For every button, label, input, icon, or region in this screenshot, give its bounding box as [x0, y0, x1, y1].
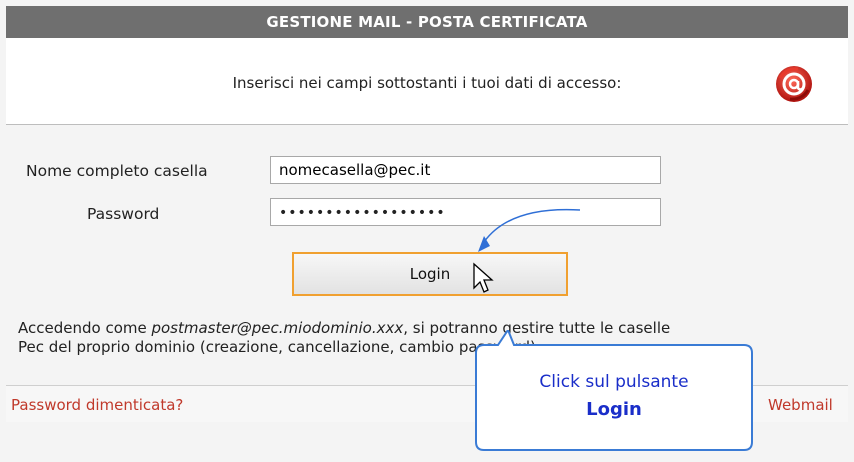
username-input[interactable] — [270, 156, 661, 184]
forgot-password-link[interactable]: Password dimenticata? — [11, 396, 183, 414]
curved-arrow-icon — [478, 208, 581, 252]
password-label: Password — [87, 205, 160, 223]
header-title: GESTIONE MAIL - POSTA CERTIFICATA — [266, 13, 588, 31]
at-sign-logo-icon — [776, 66, 812, 102]
callout-line2: Login — [586, 399, 642, 420]
mouse-pointer-icon — [473, 262, 494, 293]
callout-line1: Click sul pulsante — [539, 372, 689, 392]
info-line2: Pec del proprio dominio (creazione, canc… — [18, 338, 536, 356]
info-account: postmaster@pec.miodominio.xxx — [151, 319, 404, 337]
intro-text: Inserisci nei campi sottostanti i tuoi d… — [232, 74, 622, 92]
info-prefix: Accedendo come — [18, 319, 152, 337]
password-input[interactable]: •••••••••••••••••• — [270, 198, 661, 226]
page-header: GESTIONE MAIL - POSTA CERTIFICATA — [6, 6, 848, 38]
callout-bubble — [475, 330, 753, 451]
intro-panel: Inserisci nei campi sottostanti i tuoi d… — [6, 38, 848, 125]
username-label: Nome completo casella — [26, 162, 208, 180]
